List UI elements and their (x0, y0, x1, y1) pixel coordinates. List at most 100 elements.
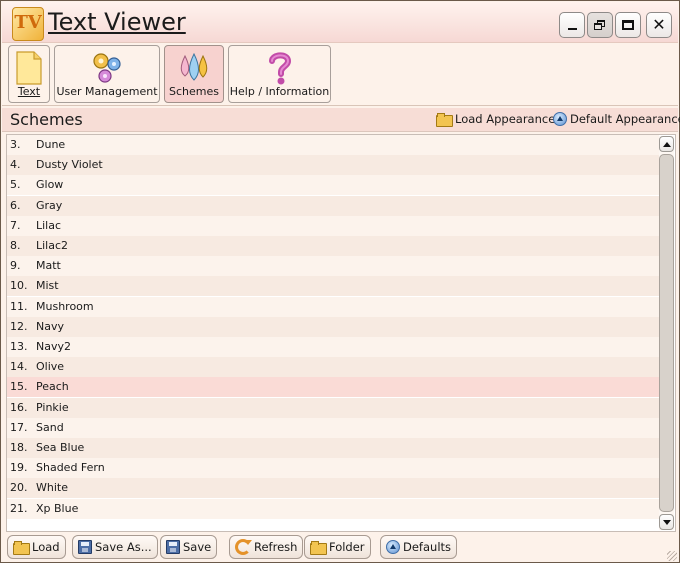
load-button-label: Load (32, 540, 60, 554)
scheme-number: 21. (10, 501, 28, 515)
maximize-icon (622, 20, 634, 30)
toolbar-user-management-label: User Management (56, 85, 158, 98)
scheme-number: 20. (10, 481, 28, 495)
save-as-button-label: Save As... (95, 540, 152, 554)
refresh-icon (235, 539, 252, 555)
scheme-number: 9. (10, 259, 21, 273)
defaults-button[interactable]: Defaults (380, 535, 458, 559)
scheme-name: Lilac (36, 218, 62, 232)
scheme-name: Pinkie (36, 400, 69, 414)
folder-button-label: Folder (329, 540, 365, 554)
toolbar-user-management-button[interactable]: User Management (54, 45, 160, 103)
scheme-name: Peach (36, 380, 69, 394)
scheme-name: Olive (36, 360, 65, 374)
scheme-name: Mushroom (36, 299, 94, 313)
toolbar-text-button[interactable]: Text (8, 45, 50, 103)
refresh-button[interactable]: Refresh (229, 535, 304, 559)
maximize-button[interactable] (615, 12, 641, 38)
scheme-list-item[interactable]: 9. Matt (7, 256, 659, 277)
scheme-name: Dusty Violet (36, 158, 103, 172)
minimize-icon (567, 28, 577, 30)
scheme-list-item[interactable]: 14. Olive (7, 357, 659, 378)
arrow-down-icon (662, 519, 671, 525)
gears-icon (93, 53, 121, 83)
scheme-number: 12. (10, 319, 28, 333)
question-mark-icon (268, 52, 291, 85)
scheme-number: 15. (10, 380, 28, 394)
scheme-list-item[interactable]: 17. Sand (7, 417, 659, 438)
app-title: Text Viewer (48, 8, 186, 36)
scheme-name: Gray (36, 198, 63, 212)
toolbar-schemes-button[interactable]: Schemes (164, 45, 224, 103)
scheme-list-item[interactable]: 19. Shaded Fern (7, 458, 659, 479)
scheme-number: 6. (10, 198, 21, 212)
main-toolbar: Text User Management Schemes Help / Info… (2, 43, 678, 106)
section-title: Schemes (10, 110, 83, 129)
load-appearance-label: Load Appearance (455, 112, 556, 126)
minimize-button[interactable] (559, 12, 585, 38)
title-bar: TV Text Viewer ✕ (2, 2, 678, 43)
load-appearance-link[interactable]: Load Appearance (436, 112, 556, 127)
default-appearance-link[interactable]: Default Appearance (553, 112, 680, 126)
scheme-name: Sand (36, 420, 64, 434)
scrollbar-thumb[interactable] (659, 154, 674, 512)
toolbar-help-button[interactable]: Help / Information (228, 45, 331, 103)
scheme-number: 18. (10, 441, 28, 454)
scheme-name: White (36, 481, 68, 495)
arrow-up-icon (662, 141, 671, 147)
scheme-name: Lilac2 (36, 239, 69, 252)
save-button[interactable]: Save (160, 535, 218, 559)
refresh-button-label: Refresh (254, 540, 298, 554)
scheme-name: Xp Blue (36, 501, 79, 515)
scheme-number: 13. (10, 340, 28, 353)
scheme-name: Navy (36, 319, 64, 333)
save-button-label: Save (183, 540, 212, 554)
scheme-number: 17. (10, 420, 28, 434)
scheme-list-item[interactable]: 15. Peach (7, 377, 659, 398)
scheme-list-item[interactable]: 4. Dusty Violet (7, 155, 659, 176)
vertical-scrollbar[interactable] (659, 136, 674, 530)
scheme-name: Matt (36, 259, 61, 273)
scheme-list-item[interactable]: 10. Mist (7, 276, 659, 297)
close-icon: ✕ (652, 15, 666, 34)
defaults-button-label: Defaults (403, 540, 452, 554)
scroll-up-button[interactable] (659, 136, 674, 152)
scheme-list-item[interactable]: 5. Glow (7, 175, 659, 196)
reset-icon (386, 540, 400, 554)
scheme-name: Navy2 (36, 340, 71, 353)
load-button[interactable]: Load (7, 535, 66, 559)
scheme-list-item[interactable]: 21. Xp Blue (7, 498, 659, 519)
scheme-list-item[interactable]: 7. Lilac (7, 215, 659, 236)
scheme-number: 7. (10, 218, 21, 232)
scheme-list-item[interactable]: 6. Gray (7, 195, 659, 216)
scroll-down-button[interactable] (659, 514, 674, 530)
bottom-toolbar: Load Save As... Save Refresh Folder Defa… (2, 534, 678, 562)
folder-button[interactable]: Folder (304, 535, 371, 559)
scheme-number: 10. (10, 279, 28, 293)
save-as-button[interactable]: Save As... (72, 535, 158, 559)
toolbar-help-label: Help / Information (229, 85, 330, 98)
scheme-list-item[interactable]: 20. White (7, 478, 659, 499)
toolbar-text-label: Text (17, 85, 41, 98)
reset-icon (553, 112, 567, 126)
text-viewer-window: TV Text Viewer ✕ Text User Management Sc… (0, 0, 680, 563)
scheme-list-item[interactable]: 3. Dune (7, 135, 659, 155)
restore-button[interactable] (587, 12, 613, 38)
scheme-list-item[interactable]: 8. Lilac2 (7, 236, 659, 256)
folder-icon (436, 113, 453, 127)
floppy-disk-icon (78, 540, 92, 554)
scheme-list-item[interactable]: 18. Sea Blue (7, 438, 659, 458)
document-icon (16, 51, 42, 85)
scheme-list-item[interactable]: 16. Pinkie (7, 397, 659, 418)
scheme-number: 16. (10, 400, 28, 414)
folder-open-icon (13, 541, 30, 555)
folder-icon (310, 541, 327, 555)
resize-grip[interactable] (667, 551, 677, 561)
close-button[interactable]: ✕ (646, 12, 672, 38)
scheme-name: Dune (36, 138, 66, 151)
scheme-list-item[interactable]: 11. Mushroom (7, 296, 659, 317)
scheme-name: Mist (36, 279, 59, 293)
scheme-list-item[interactable]: 13. Navy2 (7, 337, 659, 357)
scheme-name: Glow (36, 178, 64, 192)
scheme-list-item[interactable]: 12. Navy (7, 316, 659, 337)
